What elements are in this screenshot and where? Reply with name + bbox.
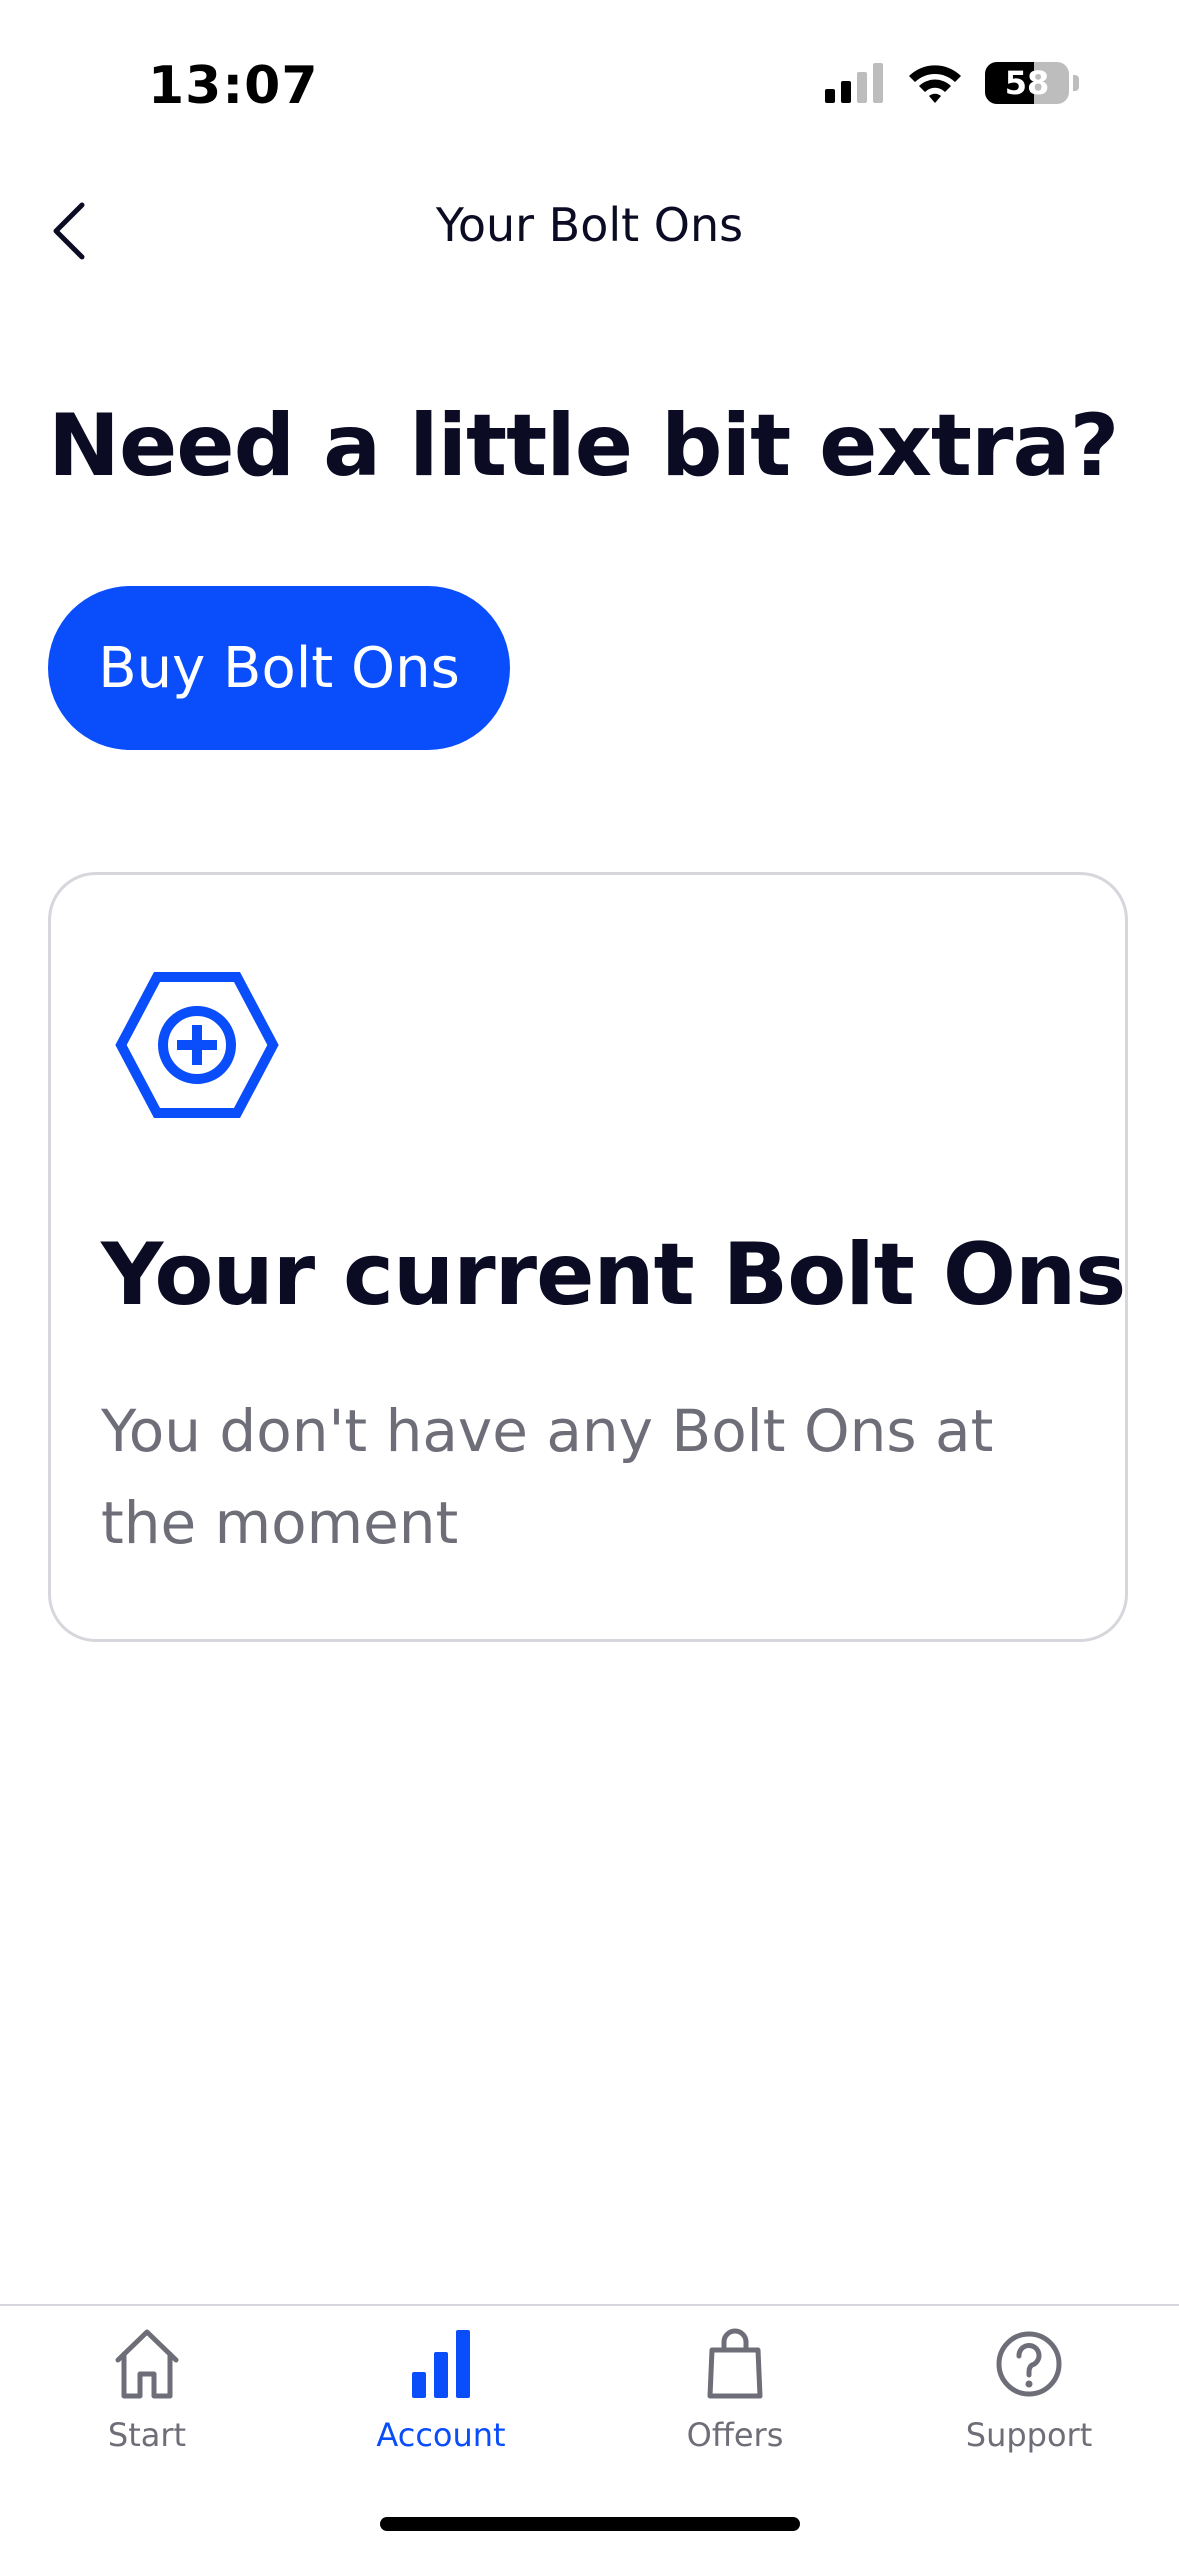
cellular-signal-icon [825,63,883,103]
hexagon-plus-icon [115,972,279,1118]
buy-bolt-ons-button[interactable]: Buy Bolt Ons [48,586,510,750]
status-time: 13:07 [148,56,319,116]
status-bar: 13:07 58 [0,0,1179,170]
tab-label-start: Start [107,2416,187,2454]
tab-label-support: Support [965,2416,1093,2454]
battery-tip [1073,75,1079,91]
home-icon [115,2329,179,2399]
status-indicators: 58 [825,62,1079,104]
card-empty-message: You don't have any Bolt Ons at the momen… [101,1397,994,1557]
tab-offers[interactable]: Offers [588,2324,882,2474]
current-bolt-ons-card: Your current Bolt Ons You don't have any… [48,872,1128,1642]
nav-header: Your Bolt Ons [0,170,1179,290]
battery-level: 58 [1004,64,1050,102]
question-circle-icon [996,2331,1062,2397]
tab-support[interactable]: Support [882,2324,1176,2474]
tab-label-offers: Offers [686,2416,784,2454]
shopping-bag-icon [707,2328,763,2399]
card-title: Your current Bolt Ons [101,1225,1126,1325]
page-title: Your Bolt Ons [435,198,744,252]
battery-icon: 58 [985,62,1069,104]
tab-label-account: Account [376,2416,506,2454]
wifi-icon [909,65,961,103]
bar-chart-icon [412,2330,470,2398]
tab-account[interactable]: Account [294,2324,588,2474]
tab-bar: Start Account Offers Support [0,2304,1179,2558]
tab-start[interactable]: Start [0,2324,294,2474]
home-indicator[interactable] [380,2517,800,2531]
page-heading: Need a little bit extra? [48,396,1119,496]
